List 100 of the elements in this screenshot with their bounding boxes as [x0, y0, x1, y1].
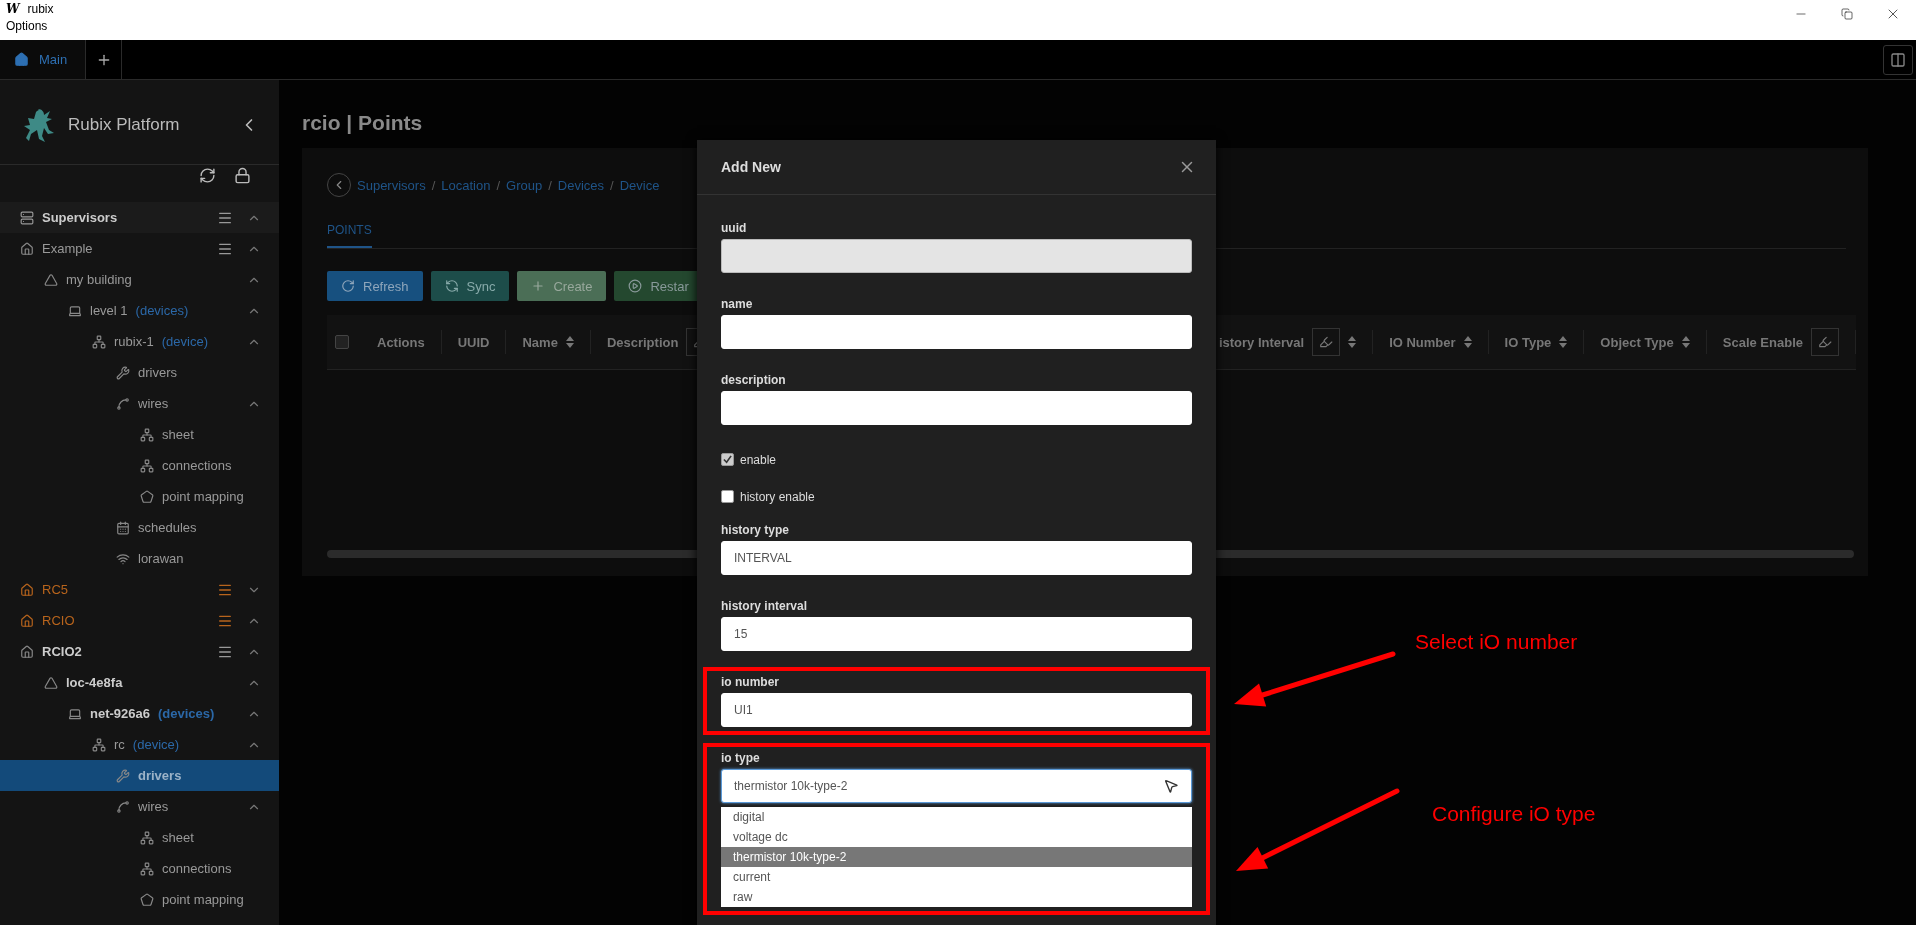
- home-icon: [14, 52, 29, 67]
- tree-item[interactable]: connections: [0, 450, 279, 481]
- tree-item[interactable]: lorawan: [0, 543, 279, 574]
- select-field[interactable]: thermistor 10k-type-2: [721, 769, 1192, 803]
- wires-icon: [116, 396, 130, 411]
- input-field[interactable]: 15: [721, 617, 1192, 651]
- tree-item-note: (devices): [135, 303, 189, 318]
- tree-item[interactable]: drivers: [0, 760, 279, 791]
- tree-item[interactable]: rc (device): [0, 729, 279, 760]
- tree-item-label: my building: [66, 272, 132, 287]
- network-icon: [92, 737, 106, 752]
- tree-item[interactable]: Example: [0, 233, 279, 264]
- column-header: Actions: [377, 334, 425, 350]
- tree-item[interactable]: my building: [0, 264, 279, 295]
- checkbox[interactable]: [335, 335, 349, 349]
- restore-icon: [1841, 8, 1853, 20]
- sort-icon[interactable]: [1348, 336, 1357, 348]
- tree-item[interactable]: drivers: [0, 357, 279, 388]
- network-icon: [92, 334, 106, 349]
- brand-name: Rubix Platform: [68, 115, 181, 135]
- sync-button[interactable]: Sync: [430, 271, 510, 301]
- tree-item[interactable]: point mapping: [0, 884, 279, 915]
- layout-button[interactable]: [1883, 44, 1913, 75]
- filter-button[interactable]: [1811, 328, 1839, 356]
- lock-button[interactable]: [234, 167, 251, 184]
- tree-item[interactable]: wires: [0, 791, 279, 822]
- column-header: UUID: [457, 334, 490, 350]
- tree-item-label: loc-4e8fa: [66, 675, 123, 690]
- checkbox[interactable]: [721, 453, 734, 466]
- dropdown-option[interactable]: thermistor 10k-type-2: [721, 847, 1192, 867]
- tree-item[interactable]: sheet: [0, 822, 279, 853]
- breadcrumb-separator: /: [610, 177, 614, 193]
- column-header: Name: [522, 334, 558, 350]
- tree-item[interactable]: RC5: [0, 574, 279, 605]
- triangle-icon: [44, 675, 58, 690]
- checkbox-label: enable: [740, 452, 777, 467]
- tab[interactable]: Main: [0, 40, 87, 79]
- highlighter-icon: [1319, 335, 1334, 349]
- tree-item[interactable]: schedules: [0, 512, 279, 543]
- tree-item[interactable]: wires: [0, 388, 279, 419]
- field-label: description: [721, 373, 787, 387]
- columns-icon: [1890, 51, 1906, 68]
- server-icon: [20, 210, 34, 225]
- column-header: Description: [606, 334, 679, 350]
- sort-icon[interactable]: [1681, 336, 1690, 348]
- home-icon: [20, 613, 34, 628]
- tree-item-label: rubix-1: [114, 334, 154, 349]
- input-field[interactable]: UI1: [721, 693, 1192, 727]
- home-icon: [20, 582, 34, 597]
- field-label: io type: [721, 751, 761, 765]
- field-label: history interval: [721, 599, 809, 613]
- breadcrumb-separator: /: [431, 177, 436, 193]
- window-title: rubix: [27, 2, 54, 16]
- tree-item[interactable]: level 1 (devices): [0, 295, 279, 326]
- tree-item-label: wires: [138, 799, 169, 814]
- column-header: Object Type: [1600, 334, 1674, 350]
- tree-item[interactable]: RCIO: [0, 605, 279, 636]
- lock-icon: [234, 167, 251, 184]
- tree-item-label: wires: [138, 396, 169, 411]
- refresh-button[interactable]: Refresh: [327, 271, 423, 301]
- tree-item-label: sheet: [162, 427, 194, 442]
- input-field[interactable]: INTERVAL: [721, 541, 1192, 575]
- tree-item-label: drivers: [138, 768, 182, 783]
- sort-icon[interactable]: [1463, 336, 1472, 348]
- tree-item[interactable]: sheet: [0, 419, 279, 450]
- tree-item[interactable]: loc-4e8fa: [0, 667, 279, 698]
- filter-button[interactable]: [1312, 328, 1341, 356]
- checkbox[interactable]: [721, 490, 734, 503]
- menu-item[interactable]: Options: [6, 19, 54, 33]
- tree-item[interactable]: connections: [0, 853, 279, 884]
- home-icon: [20, 241, 34, 256]
- laptop-icon: [68, 706, 82, 721]
- tree-item-label: point mapping: [162, 892, 244, 907]
- sort-icon[interactable]: [565, 336, 574, 348]
- tree-item[interactable]: point mapping: [0, 481, 279, 512]
- tree-item-label: net-926a6: [90, 706, 150, 721]
- tree-item[interactable]: rubix-1 (device): [0, 326, 279, 357]
- tree-item[interactable]: net-926a6 (devices): [0, 698, 279, 729]
- check-icon: [723, 455, 732, 464]
- sort-icon[interactable]: [1559, 336, 1568, 348]
- pentagon-icon: [140, 489, 154, 504]
- wires-icon: [116, 799, 130, 814]
- tree-item-label: RCIO2: [42, 644, 82, 659]
- tree-item-label: drivers: [138, 365, 177, 380]
- refresh-button[interactable]: [199, 167, 216, 184]
- tree-item-label: Example: [42, 241, 93, 256]
- tree-item[interactable]: RCIO2: [0, 636, 279, 667]
- pentagon-icon: [140, 892, 154, 907]
- tree-item-label: sheet: [162, 830, 194, 845]
- field-label: io number: [721, 675, 780, 689]
- app-logo: W: [6, 2, 20, 16]
- highlighter-icon: [1818, 335, 1832, 349]
- triangle-icon: [44, 272, 58, 287]
- wrench-icon: [116, 365, 130, 380]
- tree-item-note: (device): [161, 334, 208, 349]
- tree-header[interactable]: Supervisors: [0, 202, 279, 233]
- tree-item-label: Supervisors: [42, 210, 118, 225]
- mouse-cursor-icon: [1163, 778, 1179, 794]
- tree-item-label: rc: [114, 737, 125, 752]
- wrench-icon: [116, 768, 130, 783]
